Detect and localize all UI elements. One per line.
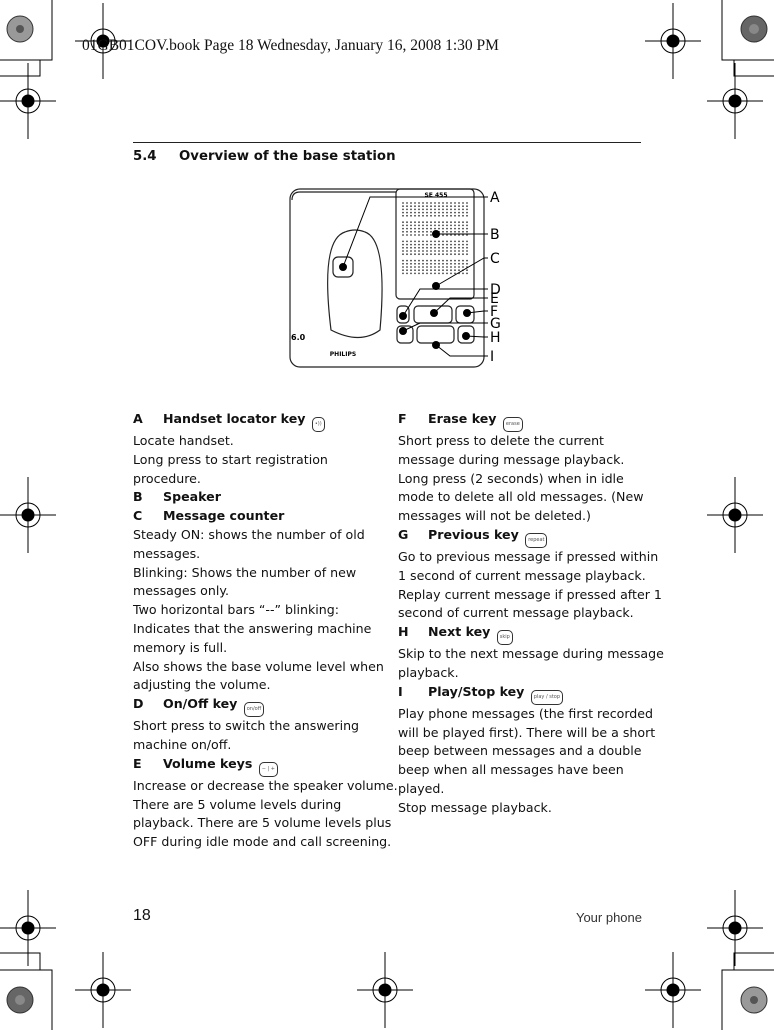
- item-heading-c: C Message counter: [133, 507, 383, 526]
- item-description-line: memory is full.: [133, 639, 228, 655]
- section-rule: [133, 142, 641, 143]
- item-description-line: Short press to switch the answering: [133, 718, 360, 734]
- item-description-line: second of current message playback.: [398, 605, 634, 621]
- play-stop-key-icon: play / stop: [530, 689, 564, 705]
- page-number: 18: [133, 907, 151, 924]
- item-letter: G: [398, 526, 409, 542]
- starburst-mark-bottom-left: [6, 986, 34, 1014]
- item-heading-b: B Speaker: [133, 488, 383, 507]
- item-heading-h: H Next key skip: [398, 623, 648, 646]
- starburst-mark-top-left: [6, 15, 34, 43]
- item-title: Next key: [428, 624, 491, 640]
- item-description-line: Short press to delete the current: [398, 433, 604, 448]
- item-letter: E: [133, 755, 142, 771]
- registration-mark: [0, 63, 56, 139]
- locator-key-icon: •)): [311, 417, 325, 432]
- item-description-line: Replay current message if pressed after …: [398, 586, 662, 602]
- erase-key-icon: erase: [502, 417, 523, 432]
- item-description-line: OFF during idle mode and call screening.: [133, 834, 392, 850]
- item-description-line: adjusting the volume.: [133, 677, 271, 693]
- print-header: 01GB01COV.book Page 18 Wednesday, Januar…: [82, 37, 499, 54]
- item-description-line: Long press to start registration: [133, 451, 328, 467]
- item-letter: F: [398, 411, 407, 426]
- item-description-line: message during message playback.: [398, 451, 625, 467]
- item-title: Volume keys: [163, 755, 253, 771]
- item-description-line: Play phone messages (the first recorded: [398, 705, 654, 721]
- item-description-line: Two horizontal bars “--” blinking:: [133, 602, 340, 618]
- registration-mark: [645, 952, 701, 1028]
- item-description-line: playback.: [398, 664, 459, 680]
- item-letter: A: [133, 411, 143, 426]
- on-off-key-icon: on/off: [243, 702, 265, 718]
- item-description-line: Indicates that the answering machine: [133, 620, 372, 636]
- item-description-line: Blinking: Shows the number of new: [133, 564, 357, 580]
- item-letter: C: [133, 508, 143, 524]
- item-description-line: Skip to the next message during message: [398, 646, 664, 662]
- item-letter: B: [133, 489, 143, 505]
- item-description-line: machine on/off.: [133, 736, 232, 752]
- item-title: Message counter: [163, 508, 285, 524]
- registration-mark: [645, 3, 701, 79]
- registration-mark: [75, 952, 131, 1028]
- registration-mark: [707, 890, 763, 966]
- item-description-line: Locate handset.: [133, 433, 234, 448]
- item-heading-a: A Handset locator key •)): [133, 410, 383, 432]
- starburst-mark-bottom-right: [740, 986, 768, 1014]
- footer-section-name: Your phone: [575, 910, 642, 925]
- item-description-line: messages only.: [133, 583, 230, 599]
- repeat-key-icon: repeat: [525, 532, 548, 548]
- item-title: Erase key: [428, 411, 497, 426]
- section-title: Overview of the base station: [179, 149, 396, 164]
- registration-mark: [357, 952, 413, 1028]
- item-description-line: Increase or decrease the speaker volume.: [133, 777, 398, 793]
- item-description-line: will be played first). There will be a s…: [398, 724, 656, 740]
- item-description-line: procedure.: [133, 470, 201, 486]
- item-description-line: playback. There are 5 volume levels plus: [133, 815, 392, 831]
- skip-key-icon: skip: [496, 630, 513, 646]
- item-title: Speaker: [163, 489, 221, 505]
- item-description-line: Long press (2 seconds) when in idle: [398, 470, 624, 486]
- item-heading-f: F Erase key erase: [398, 410, 648, 432]
- item-description-line: Stop message playback.: [398, 799, 552, 815]
- registration-mark: [707, 63, 763, 139]
- item-description-line: messages will not be deleted.): [398, 508, 591, 524]
- item-heading-g: G Previous key repeat: [398, 526, 648, 548]
- registration-mark: [0, 477, 56, 553]
- item-letter: D: [133, 696, 144, 712]
- item-letter: H: [398, 624, 409, 640]
- item-description-line: 1 second of current message playback.: [398, 567, 646, 583]
- item-description-line: played.: [398, 780, 445, 796]
- starburst-mark-top-right: [740, 15, 768, 43]
- item-description-line: mode to delete all old messages. (New: [398, 489, 644, 505]
- item-description-line: beep between messages and a double: [398, 743, 642, 759]
- item-title: On/Off key: [163, 696, 238, 712]
- section-number: 5.4: [133, 149, 157, 164]
- item-heading-e: E Volume keys − | +: [133, 755, 383, 777]
- item-description-line: beep when all messages have been: [398, 762, 624, 778]
- right-column: F Erase key erase Short press to delete th…: [398, 410, 664, 818]
- item-heading-d: D On/Off key on/off: [133, 695, 383, 718]
- registration-mark: [707, 477, 763, 553]
- item-title: Previous key: [428, 526, 519, 542]
- section-heading: 5.4 Overview of the base station: [133, 149, 396, 164]
- item-title: Play/Stop key: [428, 683, 525, 699]
- registration-mark: [0, 890, 56, 966]
- left-column: A Handset locator key •)) Locate handset. L…: [133, 410, 398, 852]
- item-description-line: Steady ON: shows the number of old: [133, 526, 365, 542]
- item-letter: I: [398, 683, 403, 699]
- item-description-line: messages.: [133, 545, 201, 561]
- item-description-line: There are 5 volume levels during: [133, 796, 342, 812]
- item-heading-i: I Play/Stop key play / stop: [398, 683, 648, 705]
- volume-keys-icon: − | +: [258, 761, 278, 777]
- item-description-line: Also shows the base volume level when: [133, 658, 384, 674]
- item-description-line: Go to previous message if pressed within: [398, 548, 659, 564]
- item-title: Handset locator key: [163, 411, 306, 426]
